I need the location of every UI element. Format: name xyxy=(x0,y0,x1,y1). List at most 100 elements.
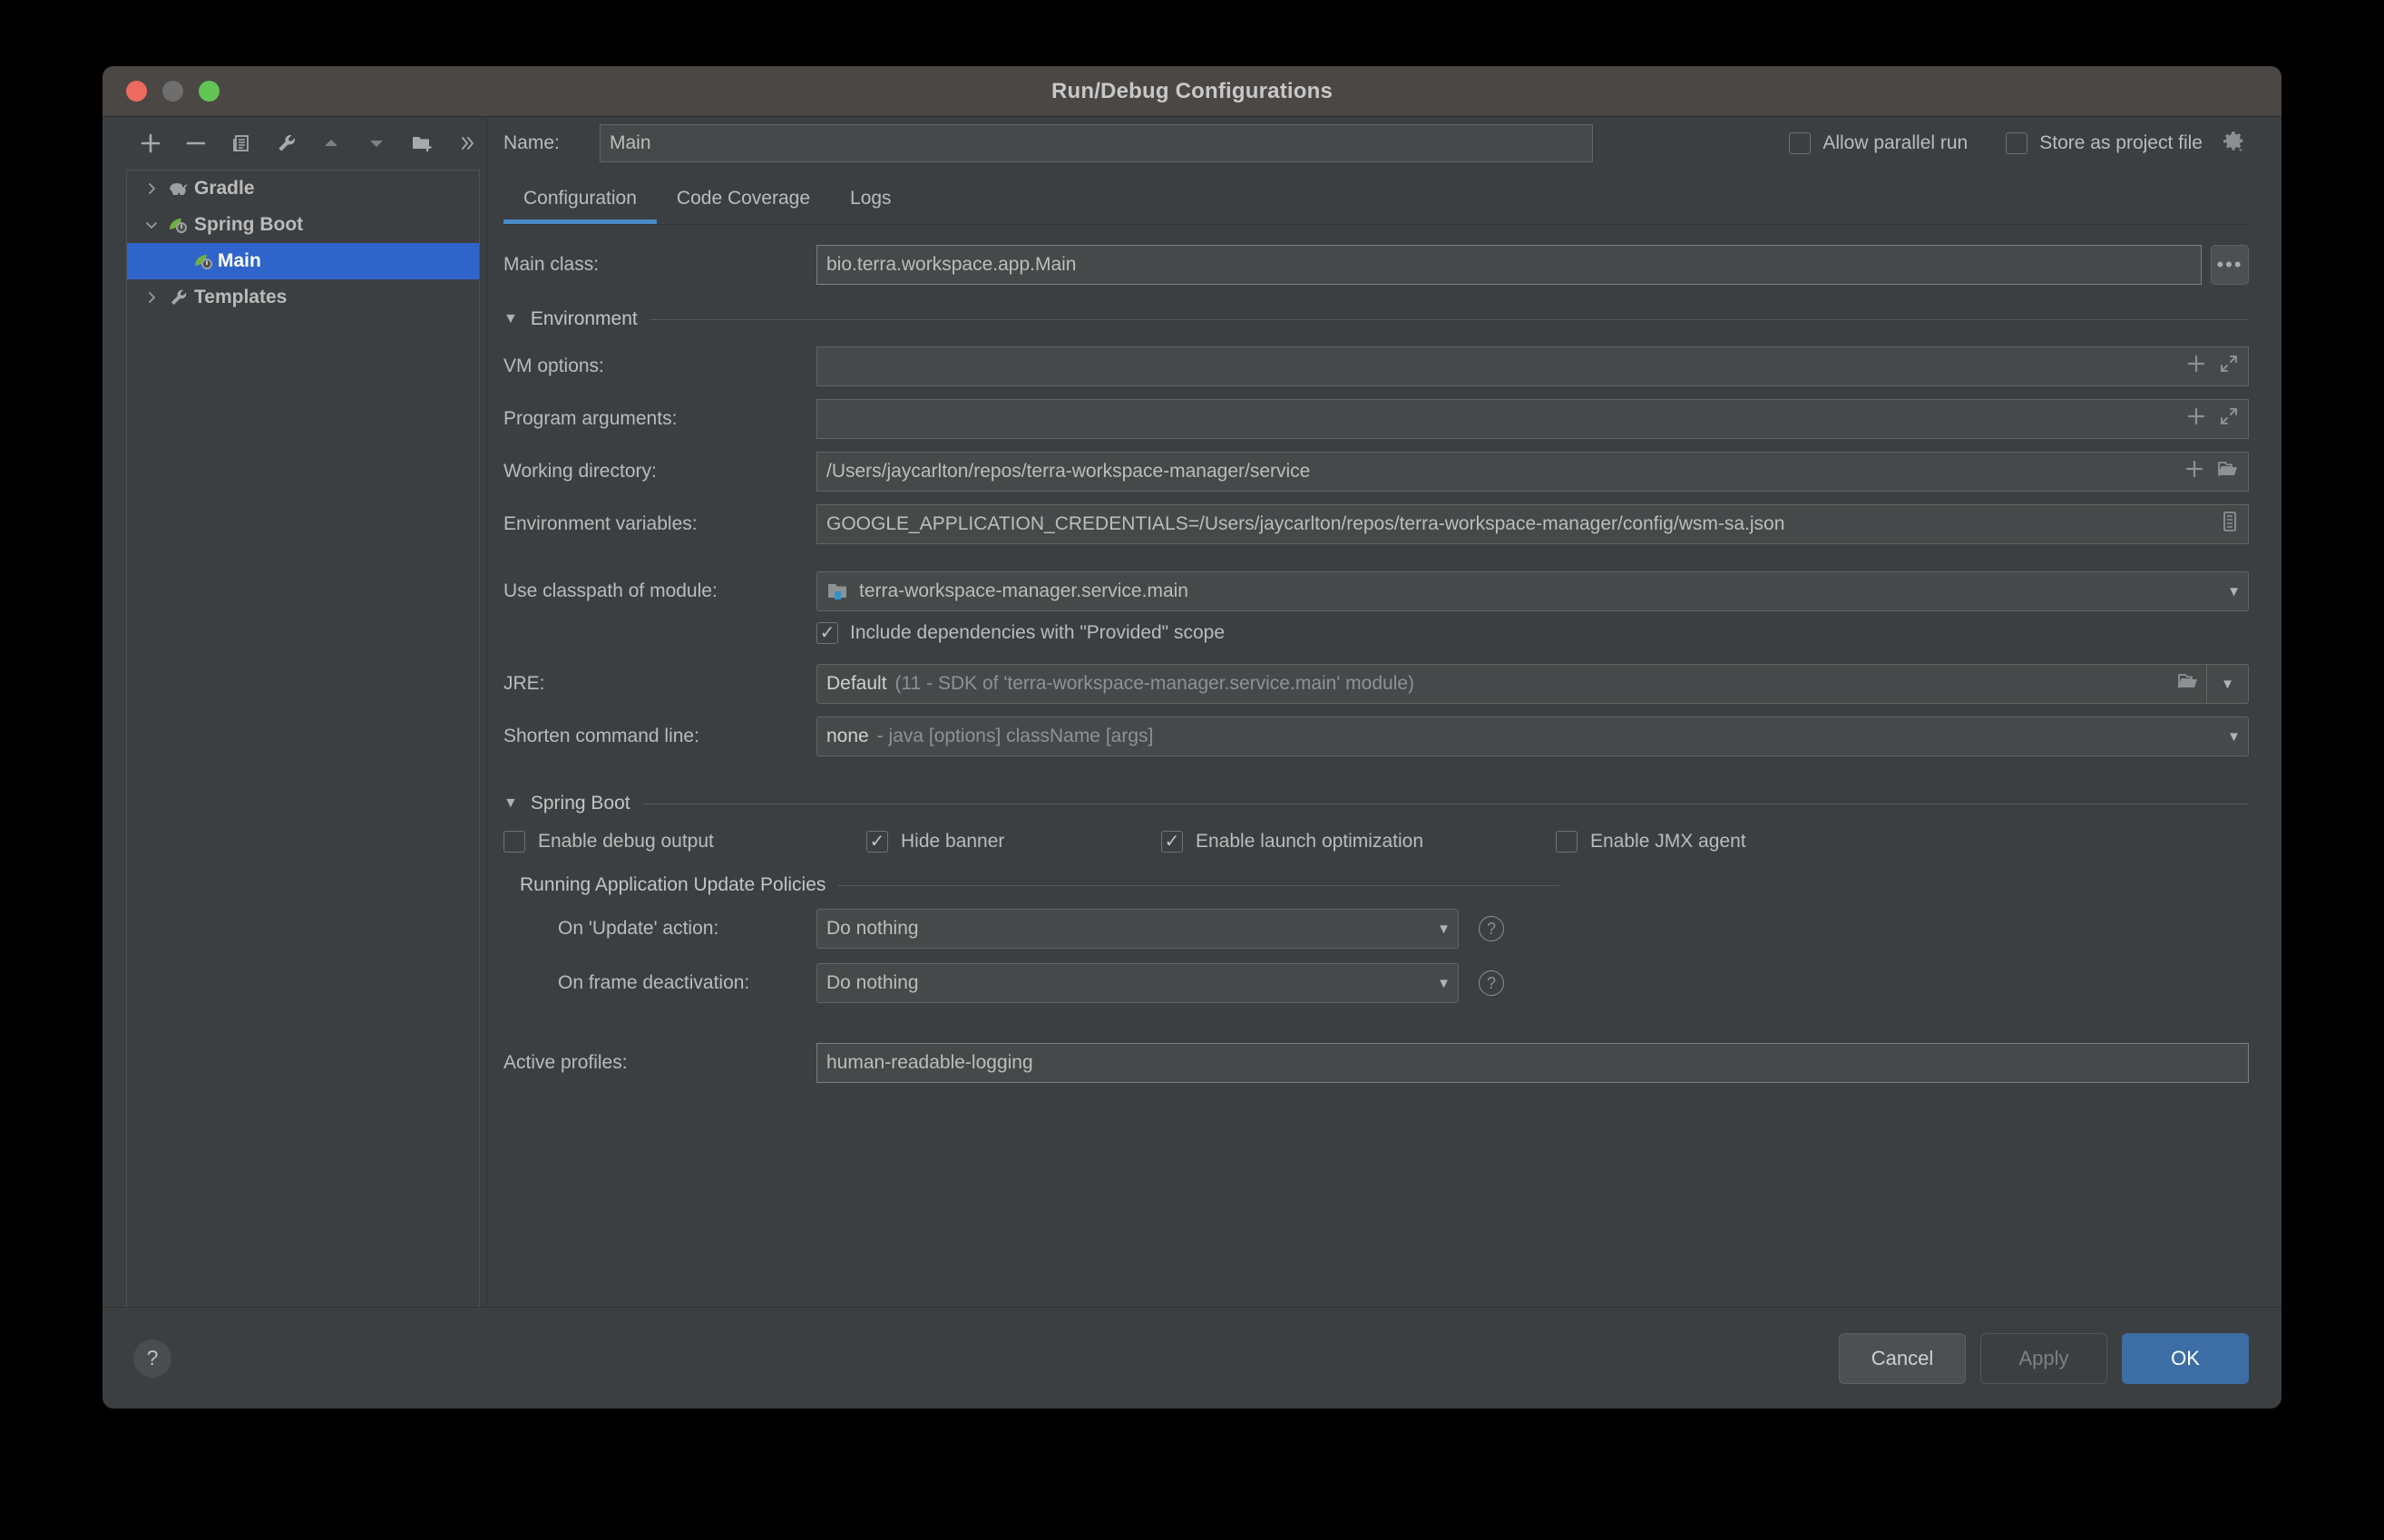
move-down-button[interactable] xyxy=(357,124,396,162)
tree-item-spring-boot[interactable]: Spring Boot xyxy=(127,207,479,243)
tree-item-main[interactable]: Main xyxy=(127,243,479,279)
chevron-down-icon[interactable]: ▼ xyxy=(1428,921,1451,937)
question-mark: ? xyxy=(1487,974,1496,993)
name-input[interactable]: Main xyxy=(600,124,1593,162)
help-button[interactable]: ? xyxy=(133,1340,171,1378)
tree-item-label: Templates xyxy=(194,287,287,308)
use-classpath-of-module-combo[interactable]: terra-workspace-manager.service.main ▼ xyxy=(816,571,2249,611)
ok-button[interactable]: OK xyxy=(2122,1333,2249,1384)
minus-icon xyxy=(184,132,208,155)
editor-tabs: Configuration Code Coverage Logs xyxy=(503,170,2249,224)
new-folder-button[interactable] xyxy=(403,124,441,162)
main-class-row: Main class: bio.terra.workspace.app.Main… xyxy=(503,245,2249,285)
vm-options-input[interactable] xyxy=(816,346,2249,386)
hide-banner-checkbox[interactable]: Hide banner xyxy=(866,831,1161,853)
checkbox-box xyxy=(866,831,888,853)
chevron-down-icon[interactable]: ▼ xyxy=(1428,976,1451,991)
tab-logs[interactable]: Logs xyxy=(830,188,912,224)
working-directory-input[interactable]: /Users/jaycarlton/repos/terra-workspace-… xyxy=(816,452,2249,492)
section-divider xyxy=(650,319,2249,320)
spring-boot-checkbox-row: Enable debug output Hide banner Enable l… xyxy=(503,831,2249,853)
update-policies-header: Running Application Update Policies xyxy=(503,874,2249,896)
copy-configuration-button[interactable] xyxy=(222,124,260,162)
on-update-action-combo[interactable]: Do nothing ▼ xyxy=(816,909,1459,949)
environment-section-title: Environment xyxy=(531,308,638,330)
program-arguments-input[interactable] xyxy=(816,399,2249,439)
enable-debug-output-checkbox[interactable]: Enable debug output xyxy=(503,831,866,853)
gear-icon[interactable] xyxy=(2222,130,2245,158)
environment-section-header[interactable]: ▼ Environment xyxy=(503,308,2249,330)
enable-jmx-agent-checkbox[interactable]: Enable JMX agent xyxy=(1556,831,1746,853)
plus-icon xyxy=(139,132,162,155)
active-profiles-input[interactable]: human-readable-logging xyxy=(816,1043,2249,1083)
environment-variables-value: GOOGLE_APPLICATION_CREDENTIALS=/Users/ja… xyxy=(826,513,1784,535)
tab-configuration[interactable]: Configuration xyxy=(503,188,657,224)
environment-variables-input[interactable]: GOOGLE_APPLICATION_CREDENTIALS=/Users/ja… xyxy=(816,504,2249,544)
checkbox-box xyxy=(816,622,838,644)
move-up-button[interactable] xyxy=(313,124,351,162)
update-policies-title: Running Application Update Policies xyxy=(520,874,826,896)
shorten-command-line-label: Shorten command line: xyxy=(503,726,816,747)
tree-item-gradle[interactable]: Gradle xyxy=(127,171,479,207)
on-frame-deactivation-combo[interactable]: Do nothing ▼ xyxy=(816,963,1459,1003)
dialog-body: Gradle xyxy=(103,117,2281,1408)
checkbox-box xyxy=(2006,132,2027,154)
chevron-down-icon[interactable] xyxy=(140,219,163,231)
tab-code-coverage[interactable]: Code Coverage xyxy=(657,188,830,224)
chevron-right-icon[interactable] xyxy=(140,182,163,195)
apply-button[interactable]: Apply xyxy=(1980,1333,2107,1384)
tree-item-templates[interactable]: Templates xyxy=(127,279,479,316)
name-row: Name: Main Allow parallel run Store as p… xyxy=(503,117,2249,170)
remove-configuration-button[interactable] xyxy=(177,124,215,162)
enable-debug-output-label: Enable debug output xyxy=(538,831,714,853)
on-update-action-help-icon[interactable]: ? xyxy=(1479,916,1504,941)
main-class-input[interactable]: bio.terra.workspace.app.Main xyxy=(816,245,2202,285)
folder-icon[interactable] xyxy=(2217,459,2239,484)
footer-buttons: Cancel Apply OK xyxy=(1839,1333,2249,1384)
list-edit-icon[interactable] xyxy=(2221,511,2239,538)
add-configuration-button[interactable] xyxy=(132,124,170,162)
checkbox-box xyxy=(1556,831,1578,853)
enable-launch-optimization-checkbox[interactable]: Enable launch optimization xyxy=(1161,831,1556,853)
allow-parallel-run-checkbox[interactable]: Allow parallel run xyxy=(1789,132,1968,154)
working-directory-value: /Users/jaycarlton/repos/terra-workspace-… xyxy=(826,461,1310,482)
tree-item-label: Gradle xyxy=(194,178,255,200)
module-icon xyxy=(826,581,850,601)
plus-icon[interactable] xyxy=(2186,354,2206,379)
wrench-icon xyxy=(275,132,298,155)
plus-icon[interactable] xyxy=(2184,459,2204,484)
include-provided-scope-checkbox[interactable]: Include dependencies with "Provided" sco… xyxy=(816,622,1225,644)
more-actions-button[interactable] xyxy=(448,124,486,162)
expand-icon[interactable] xyxy=(2219,406,2239,432)
chevron-right-icon[interactable] xyxy=(140,291,163,304)
spring-boot-section-title: Spring Boot xyxy=(531,793,630,814)
triangle-down-icon[interactable]: ▼ xyxy=(503,795,518,812)
name-label: Name: xyxy=(503,132,600,154)
dialog-upper: Gradle xyxy=(103,117,2281,1307)
jre-dropdown-button[interactable]: ▼ xyxy=(2207,664,2249,704)
include-provided-scope-row: Include dependencies with "Provided" sco… xyxy=(503,622,2249,644)
browse-main-class-button[interactable]: ••• xyxy=(2211,245,2249,285)
chevron-down-icon[interactable]: ▼ xyxy=(2218,729,2241,745)
jre-combo[interactable]: Default (11 - SDK of 'terra-workspace-ma… xyxy=(816,664,2207,704)
expand-icon[interactable] xyxy=(2219,354,2239,379)
enable-jmx-agent-label: Enable JMX agent xyxy=(1590,831,1746,853)
chevron-down-icon[interactable]: ▼ xyxy=(2218,584,2241,599)
window-titlebar: Run/Debug Configurations xyxy=(103,66,2281,117)
triangle-down-icon[interactable]: ▼ xyxy=(503,311,518,327)
cancel-button[interactable]: Cancel xyxy=(1839,1333,1966,1384)
on-update-action-value: Do nothing xyxy=(826,918,919,940)
spring-leaf-icon xyxy=(191,251,218,271)
environment-variables-label: Environment variables: xyxy=(503,513,816,535)
use-classpath-of-module-value: terra-workspace-manager.service.main xyxy=(859,580,1188,602)
shorten-command-line-combo[interactable]: none - java [options] className [args] ▼ xyxy=(816,716,2249,756)
tree-item-label: Spring Boot xyxy=(194,214,303,236)
edit-templates-button[interactable] xyxy=(268,124,306,162)
on-frame-deactivation-help-icon[interactable]: ? xyxy=(1479,970,1504,996)
tree-toolbar xyxy=(124,117,486,170)
store-as-project-file-checkbox[interactable]: Store as project file xyxy=(2006,130,2245,158)
configurations-tree[interactable]: Gradle xyxy=(126,170,480,1307)
spring-boot-section-header[interactable]: ▼ Spring Boot xyxy=(503,793,2249,814)
folder-icon[interactable] xyxy=(2168,671,2199,697)
plus-icon[interactable] xyxy=(2186,406,2206,432)
